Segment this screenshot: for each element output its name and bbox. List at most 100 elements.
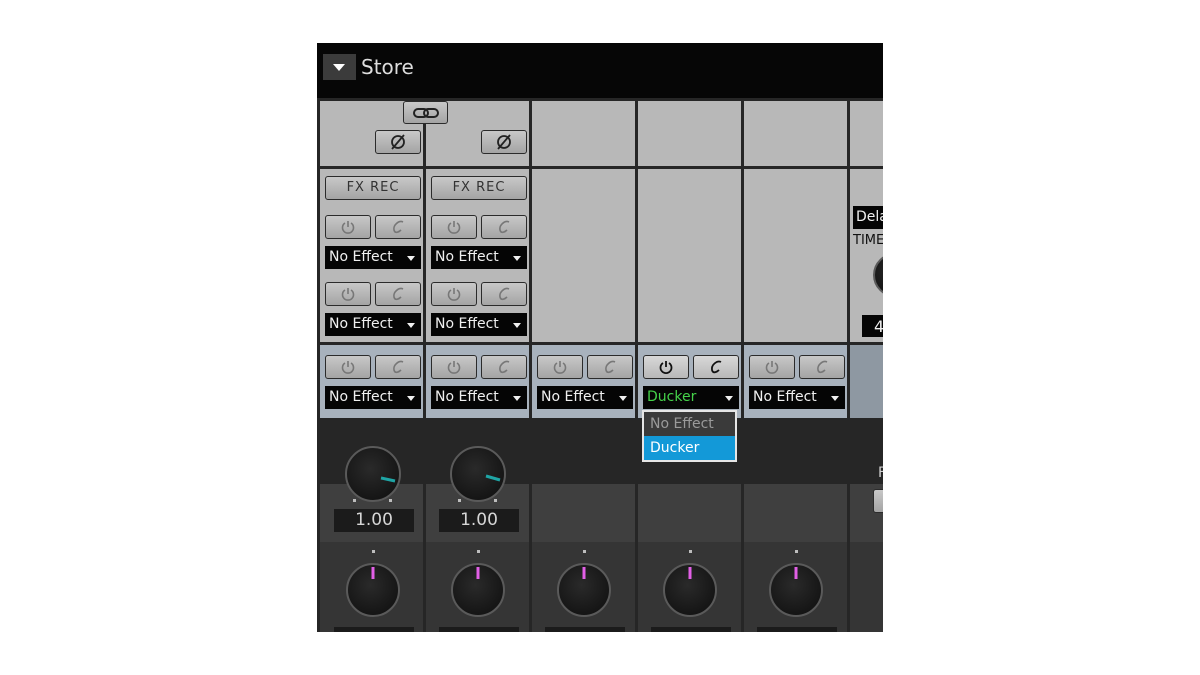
edit-icon [393, 360, 404, 374]
power-icon [447, 288, 461, 301]
ch1-send-value: 1.00 [334, 509, 414, 532]
power-icon [341, 288, 355, 301]
title-bar: Store [317, 43, 883, 98]
ch2-insert-edit-button[interactable] [481, 355, 527, 379]
edit-icon [393, 287, 404, 301]
ch1-send-knob[interactable] [345, 446, 401, 502]
effect-dropdown-list: No Effect Ducker [642, 410, 737, 462]
ch2-slot1-edit-button[interactable] [481, 215, 527, 239]
chevron-down-icon [407, 256, 415, 261]
ch1-slot2-value: No Effect [329, 316, 393, 332]
ch1-slot1-select[interactable]: No Effect [325, 246, 421, 269]
ch2-slot1-power-button[interactable] [431, 215, 477, 239]
ch6-param-label: TIME [853, 233, 883, 248]
ch2-slot2-power-button[interactable] [431, 282, 477, 306]
ch4-insert-value: Ducker [647, 389, 697, 405]
knob-indicator [688, 567, 692, 579]
knob-indicator [380, 476, 396, 483]
ch4-insert-edit-button[interactable] [693, 355, 739, 379]
ch1-slot2-select[interactable]: No Effect [325, 313, 421, 336]
ch1-pan-knob[interactable] [346, 563, 400, 617]
ch4-insert-power-button[interactable] [643, 355, 689, 379]
ch3-pan-knob[interactable] [557, 563, 611, 617]
chevron-down-icon [407, 396, 415, 401]
power-icon [659, 361, 673, 374]
ch2-pan-value [439, 627, 519, 632]
ch5-insert-power-button[interactable] [749, 355, 795, 379]
ch6-pan-cell [850, 542, 883, 632]
knob-tick [353, 499, 356, 502]
ch6-top-cell [850, 101, 883, 166]
ch2-insert-select[interactable]: No Effect [431, 386, 527, 409]
ch2-insert-value: No Effect [435, 389, 499, 405]
power-icon [341, 221, 355, 234]
chevron-down-icon [513, 256, 521, 261]
ch4-top-cell [638, 101, 741, 166]
ch2-slot2-edit-button[interactable] [481, 282, 527, 306]
ch1-phase-button[interactable] [375, 130, 421, 154]
ch3-fx-cell [532, 169, 635, 342]
ch2-insert-power-button[interactable] [431, 355, 477, 379]
knob-indicator [794, 567, 798, 579]
ch1-insert-edit-button[interactable] [375, 355, 421, 379]
chevron-down-icon [513, 396, 521, 401]
channel-grid: FX REC FX REC No Effect No Effect No Eff… [317, 98, 883, 632]
ch6-effect-select[interactable]: Dela [853, 206, 883, 229]
ch1-pan-value [334, 627, 414, 632]
ch1-insert-value: No Effect [329, 389, 393, 405]
ch5-insert-edit-button[interactable] [799, 355, 845, 379]
ch4-insert-select[interactable]: Ducker [643, 386, 739, 409]
menu-triangle-icon [333, 64, 345, 71]
ch1-insert-select[interactable]: No Effect [325, 386, 421, 409]
ch2-slot1-select[interactable]: No Effect [431, 246, 527, 269]
ch2-fx-rec-button[interactable]: FX REC [431, 176, 527, 200]
ch2-slot2-value: No Effect [435, 316, 499, 332]
menu-button[interactable] [323, 54, 356, 80]
ch5-insert-select[interactable]: No Effect [749, 386, 845, 409]
ch1-insert-power-button[interactable] [325, 355, 371, 379]
ch6-time-value: 4 [862, 315, 883, 337]
dropdown-option-ducker[interactable]: Ducker [644, 436, 735, 460]
phase-invert-icon [391, 134, 405, 150]
ch6-send-button[interactable] [873, 489, 883, 513]
knob-tick [795, 550, 798, 553]
ch4-pan-knob[interactable] [663, 563, 717, 617]
knob-tick [494, 499, 497, 502]
chevron-down-icon [831, 396, 839, 401]
dropdown-option-no-effect[interactable]: No Effect [644, 412, 735, 436]
phase-invert-icon [497, 134, 511, 150]
ch1-slot1-value: No Effect [329, 249, 393, 265]
ch2-send-knob[interactable] [450, 446, 506, 502]
edit-icon [605, 360, 616, 374]
chevron-down-icon [725, 396, 733, 401]
edit-icon [817, 360, 828, 374]
ch2-pan-knob[interactable] [451, 563, 505, 617]
edit-icon [499, 220, 510, 234]
ch3-pan-value [545, 627, 625, 632]
ch3-insert-edit-button[interactable] [587, 355, 633, 379]
chevron-down-icon [407, 323, 415, 328]
ch2-phase-button[interactable] [481, 130, 527, 154]
knob-tick [372, 550, 375, 553]
ch3-insert-power-button[interactable] [537, 355, 583, 379]
power-icon [447, 361, 461, 374]
knob-tick [477, 550, 480, 553]
ch2-slot2-select[interactable]: No Effect [431, 313, 527, 336]
ch1-fx-rec-button[interactable]: FX REC [325, 176, 421, 200]
ch3-insert-select[interactable]: No Effect [537, 386, 633, 409]
ch1-slot2-edit-button[interactable] [375, 282, 421, 306]
ch1-slot1-edit-button[interactable] [375, 215, 421, 239]
knob-indicator [476, 567, 480, 579]
ch1-slot2-power-button[interactable] [325, 282, 371, 306]
ch6-insert-cell [850, 345, 883, 418]
ch5-pan-knob[interactable] [769, 563, 823, 617]
ch3-insert-value: No Effect [541, 389, 605, 405]
ch1-slot1-power-button[interactable] [325, 215, 371, 239]
knob-indicator [485, 474, 501, 482]
power-icon [553, 361, 567, 374]
link-icon [412, 107, 439, 118]
link-button[interactable] [403, 101, 448, 124]
edit-icon [711, 360, 722, 374]
ch6-send-label: F [878, 465, 883, 481]
power-icon [341, 361, 355, 374]
